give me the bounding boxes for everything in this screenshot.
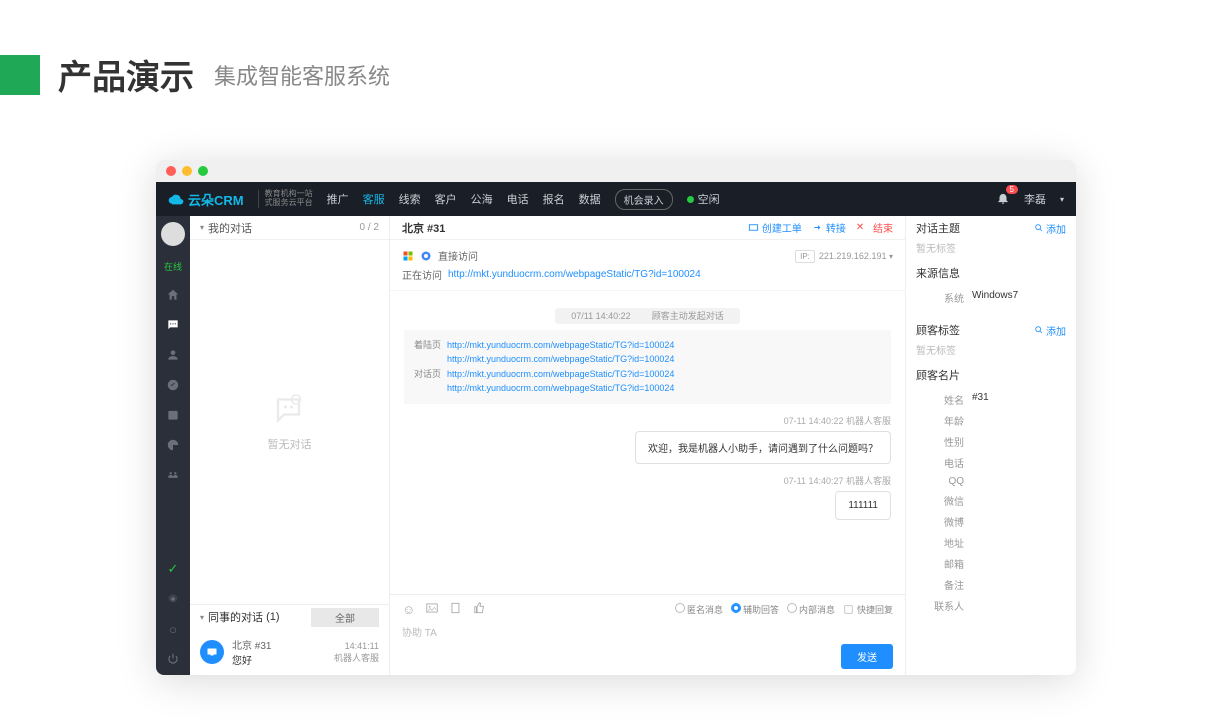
collapse-icon: ▾: [200, 613, 204, 622]
chat-title: 北京 #31: [402, 220, 445, 236]
home-icon[interactable]: [165, 287, 181, 303]
system-message: 07/11 14:40:22 顾客主动发起对话: [404, 309, 891, 322]
nav-promo[interactable]: 推广: [327, 191, 349, 207]
nav-data[interactable]: 数据: [579, 191, 601, 207]
url-block: 着陆页http://mkt.yunduocrm.com/webpageStati…: [404, 330, 891, 404]
nav-leads[interactable]: 线索: [399, 191, 421, 207]
end-button[interactable]: ✕ 结束: [856, 220, 893, 235]
notification-bell[interactable]: 5: [996, 191, 1010, 208]
no-topic-tag: 暂无标签: [916, 240, 1066, 255]
close-icon: ✕: [856, 222, 864, 233]
user-name[interactable]: 李磊: [1024, 191, 1046, 207]
search-icon: [1034, 223, 1044, 233]
transfer-icon: [812, 222, 823, 233]
search-icon: [1034, 325, 1044, 335]
app-window: 云朵CRM 教育机构一站式服务云平台 推广 客服 线索 客户 公海 电话 报名 …: [156, 160, 1076, 675]
create-ticket-button[interactable]: 创建工单: [748, 220, 802, 235]
empty-chat-icon: [272, 392, 308, 428]
chat-panel: 北京 #31 创建工单 转接 ✕ 结束 直接访问 IP:221.219.162.…: [390, 216, 906, 675]
my-conversations-header[interactable]: ▾ 我的对话 0 / 2: [190, 216, 389, 240]
add-topic-button[interactable]: 添加: [1034, 221, 1066, 236]
ip-label: IP:: [795, 250, 815, 263]
online-status: 在线: [164, 260, 182, 273]
opt-anonymous[interactable]: 匿名消息: [675, 603, 723, 616]
ticket-icon: [748, 222, 759, 233]
user-avatar[interactable]: [161, 222, 185, 246]
source-header: 来源信息: [916, 265, 1066, 281]
help-icon[interactable]: ○: [165, 621, 181, 637]
add-tag-button[interactable]: 添加: [1034, 323, 1066, 338]
top-nav: 云朵CRM 教育机构一站式服务云平台 推广 客服 线索 客户 公海 电话 报名 …: [156, 182, 1076, 216]
nav-phone[interactable]: 电话: [507, 191, 529, 207]
cloud-icon: [168, 191, 184, 207]
minimize-dot[interactable]: [182, 166, 192, 176]
gear-icon[interactable]: [165, 591, 181, 607]
chevron-down-icon[interactable]: ▾: [1060, 195, 1064, 204]
chat-meta: 直接访问 IP:221.219.162.191 ▾ 正在访问 http://mk…: [390, 240, 905, 291]
nav-service[interactable]: 客服: [363, 191, 385, 207]
channel-icon: [200, 640, 224, 664]
calendar-icon[interactable]: [165, 407, 181, 423]
composer: ☺ 匿名消息 辅助回答 内部消息 快捷回复 发送: [390, 594, 905, 675]
nav-customers[interactable]: 客户: [435, 191, 457, 207]
image-icon[interactable]: [425, 601, 439, 618]
pie-chart-icon[interactable]: [165, 437, 181, 453]
status-indicator: 空闲: [687, 191, 720, 207]
side-rail: 在线 ✓ ○: [156, 216, 190, 675]
conversation-item[interactable]: 北京 #31 您好 14:41:11 机器人客服: [190, 629, 389, 675]
topic-header: 对话主题: [916, 220, 960, 236]
slide-title-bar: 产品演示 集成智能客服系统: [0, 0, 1210, 119]
transfer-button[interactable]: 转接: [812, 220, 846, 235]
maximize-dot[interactable]: [198, 166, 208, 176]
card-header: 顾客名片: [916, 367, 1066, 383]
nav-signup[interactable]: 报名: [543, 191, 565, 207]
logo-subtitle: 教育机构一站式服务云平台: [258, 190, 313, 208]
opt-assist[interactable]: 辅助回答: [731, 603, 779, 616]
close-dot[interactable]: [166, 166, 176, 176]
conversation-panel: ▾ 我的对话 0 / 2 暂无对话 ▾ 同事的对话 (1) 全部: [190, 216, 390, 675]
nav-public[interactable]: 公海: [471, 191, 493, 207]
windows-icon: [402, 250, 414, 262]
team-icon[interactable]: [165, 467, 181, 483]
slide-subtitle: 集成智能客服系统: [214, 59, 390, 91]
info-panel: 对话主题 添加 暂无标签 来源信息 系统Windows7 顾客标签 添加 暂无标…: [906, 216, 1076, 675]
send-button[interactable]: 发送: [841, 644, 893, 669]
notification-badge: 5: [1006, 185, 1018, 194]
visiting-url[interactable]: http://mkt.yunduocrm.com/webpageStatic/T…: [448, 269, 701, 280]
slide-title: 产品演示: [58, 50, 194, 99]
quick-reply-icon: [843, 604, 854, 615]
bot-message-2: 07-11 14:40:27 机器人客服 111111: [404, 474, 891, 520]
thumbs-up-icon[interactable]: [473, 601, 487, 618]
attachment-icon[interactable]: [449, 601, 463, 618]
chrome-icon: [420, 250, 432, 262]
wifi-icon[interactable]: ✓: [165, 561, 181, 577]
tab-all[interactable]: 全部: [311, 608, 379, 627]
opportunity-button[interactable]: 机会录入: [615, 189, 673, 210]
collapse-icon: ▾: [200, 223, 204, 232]
colleague-conversations-header[interactable]: ▾ 同事的对话 (1) 全部: [190, 605, 389, 629]
tags-header: 顾客标签: [916, 322, 960, 338]
check-circle-icon[interactable]: [165, 377, 181, 393]
quick-reply-button[interactable]: 快捷回复: [843, 603, 893, 616]
message-input[interactable]: [402, 618, 893, 641]
emoji-icon[interactable]: ☺: [402, 602, 415, 617]
person-icon[interactable]: [165, 347, 181, 363]
chevron-down-icon[interactable]: ▾: [889, 252, 893, 261]
logo: 云朵CRM: [168, 190, 244, 209]
bot-message-1: 07-11 14:40:22 机器人客服 欢迎，我是机器人小助手，请问遇到了什么…: [404, 414, 891, 464]
accent-block: [0, 55, 40, 95]
no-customer-tag: 暂无标签: [916, 342, 1066, 357]
opt-internal[interactable]: 内部消息: [787, 603, 835, 616]
chat-icon[interactable]: [165, 317, 181, 333]
power-icon[interactable]: [165, 651, 181, 667]
window-traffic-lights: [156, 160, 1076, 182]
empty-state: 暂无对话: [190, 240, 389, 604]
